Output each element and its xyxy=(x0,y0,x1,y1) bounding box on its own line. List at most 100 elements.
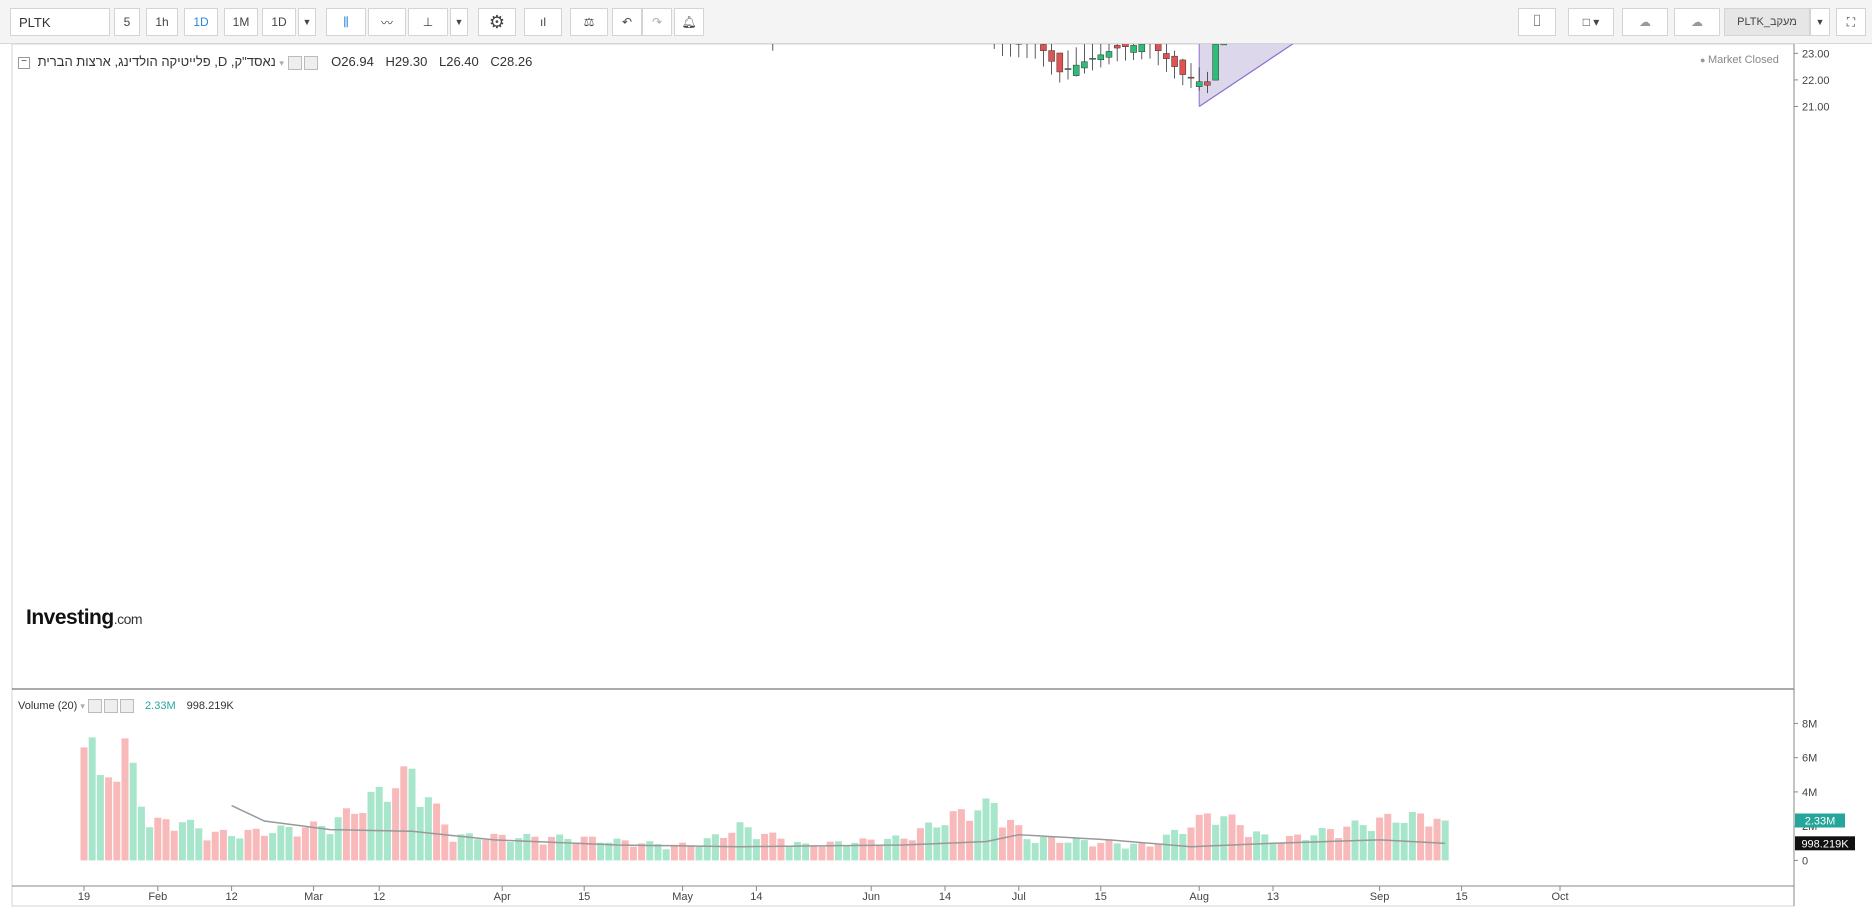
volume-bar-up xyxy=(785,845,793,861)
eye-icon[interactable] xyxy=(87,699,102,713)
volume-bar-down xyxy=(572,842,580,861)
x-tick-label: Aug xyxy=(1189,891,1209,903)
settings-icon[interactable] xyxy=(303,55,318,70)
volume-bar-down xyxy=(588,836,596,861)
volume-bar-up xyxy=(1080,840,1088,861)
volume-value: 2.33M xyxy=(145,699,176,712)
chart-canvas[interactable]: P 21.0022.0023.0024.0025.0026.0027.0028.… xyxy=(0,44,1872,914)
volume-bar-down xyxy=(629,846,637,861)
volume-bar-up xyxy=(662,849,670,861)
indicators-icon[interactable]: ıl xyxy=(524,8,562,36)
x-tick-label: 15 xyxy=(578,891,590,903)
candle-down xyxy=(1154,44,1162,51)
x-tick-label: Sep xyxy=(1370,891,1390,903)
low-value: L26.40 xyxy=(438,54,479,69)
undo-icon[interactable]: ↶ xyxy=(612,8,642,36)
volume-bar-up xyxy=(334,817,342,861)
settings-icon[interactable] xyxy=(103,699,118,713)
close-icon[interactable] xyxy=(119,699,134,713)
volume-bar-down xyxy=(359,813,367,861)
fullscreen-icon[interactable]: ⛶ xyxy=(1836,8,1866,36)
volume-bar-up xyxy=(1031,842,1039,861)
volume-value-label: 2.33M xyxy=(1805,816,1836,828)
x-tick-label: May xyxy=(672,891,693,903)
logo-brand: Investing xyxy=(26,606,114,629)
instrument-title: פלייטיקה הולדינג, ארצות הברית ,D ,נאסד"ק xyxy=(37,54,276,69)
chevron-down-icon[interactable]: ▼ xyxy=(1810,8,1830,36)
interval-5-button[interactable]: 5 xyxy=(114,8,140,36)
volume-bar-down xyxy=(121,738,129,861)
camera-icon[interactable]: ⌷ xyxy=(1518,8,1556,36)
volume-bar-up xyxy=(326,834,334,861)
x-tick-label: 19 xyxy=(78,891,90,903)
x-tick-label: Mar xyxy=(304,891,323,903)
candles-style-icon[interactable]: ⫼ xyxy=(326,8,366,36)
price-legend: − פלייטיקה הולדינג, ארצות הברית ,D ,נאסד… xyxy=(18,54,532,70)
volume-bar-up xyxy=(285,826,293,861)
volume-bar-up xyxy=(228,836,236,861)
alert-bell-icon[interactable]: 🔔︎ xyxy=(674,8,704,36)
volume-bar-down xyxy=(777,838,785,861)
chevron-down-icon[interactable]: ▼ xyxy=(298,8,316,36)
candle-down xyxy=(1040,44,1047,51)
volume-bar-up xyxy=(1212,824,1220,861)
volume-bar-up xyxy=(1441,820,1449,861)
candle-down xyxy=(1204,81,1211,86)
volume-bar-down xyxy=(1384,813,1392,861)
symbol-search-input[interactable] xyxy=(10,8,110,36)
candle-up xyxy=(1212,44,1219,81)
compare-scale-icon[interactable]: ⚖ xyxy=(570,8,608,36)
volume-bar-up xyxy=(1179,833,1187,861)
layout-icon[interactable]: □ ▾ xyxy=(1568,8,1614,36)
volume-bar-down xyxy=(498,834,506,861)
volume-bar-down xyxy=(113,781,121,861)
y-tick-label: 23.00 xyxy=(1802,48,1830,60)
watchlist-button[interactable]: PLTK_מעקב xyxy=(1724,8,1810,36)
cloud-upload-icon[interactable]: ☁ xyxy=(1674,8,1720,36)
interval-dropdown-button[interactable]: 1D xyxy=(262,8,296,36)
volume-bar-down xyxy=(1228,814,1236,861)
toolbar: 5 1h 1D 1M 1D ▼ ⫼ 〰 ⊥ ▼ ⚙ ıl ⚖ ↶ ↷ 🔔︎ ⌷ … xyxy=(0,0,1872,44)
candle-down xyxy=(1179,59,1187,75)
volume-bar-up xyxy=(892,835,900,861)
volume-bar-up xyxy=(556,834,564,861)
volume-bar-up xyxy=(96,775,104,861)
volume-bar-up xyxy=(1162,834,1170,861)
volume-bar-down xyxy=(998,827,1006,861)
volume-bar-up xyxy=(236,838,244,861)
drawing-tools-icon[interactable]: ⊥ xyxy=(408,8,448,36)
volume-ma-value: 998.219K xyxy=(186,699,234,712)
logo-suffix: .com xyxy=(113,611,143,627)
volume-bar-down xyxy=(1195,814,1203,861)
interval-1d-button[interactable]: 1D xyxy=(184,8,218,36)
chevron-down-icon[interactable]: ▾ xyxy=(80,701,85,711)
volume-bar-up xyxy=(1302,840,1310,861)
volume-bar-down xyxy=(1056,842,1064,861)
chevron-down-icon[interactable]: ▼ xyxy=(450,8,468,36)
volume-bar-up xyxy=(597,842,605,861)
volume-bar-down xyxy=(293,836,301,861)
volume-bar-down xyxy=(531,836,539,861)
collapse-icon[interactable]: − xyxy=(18,56,30,69)
volume-bar-down xyxy=(219,829,227,861)
volume-bar-down xyxy=(260,835,268,861)
volume-bar-down xyxy=(244,829,252,861)
volume-bar-down xyxy=(621,840,629,861)
eye-icon[interactable] xyxy=(287,55,302,70)
volume-bar-down xyxy=(1187,827,1195,861)
cloud-download-icon[interactable]: ☁ xyxy=(1622,8,1668,36)
volume-bar-up xyxy=(269,833,277,861)
volume-bar-up xyxy=(1072,838,1080,861)
volume-bar-down xyxy=(441,824,449,861)
interval-1h-button[interactable]: 1h xyxy=(146,8,178,36)
chevron-down-icon[interactable]: ▾ xyxy=(279,58,284,68)
volume-bar-up xyxy=(703,838,711,861)
volume-bar-down xyxy=(908,840,916,861)
volume-bar-down xyxy=(203,840,211,861)
redo-icon[interactable]: ↷ xyxy=(642,8,672,36)
line-style-icon[interactable]: 〰 xyxy=(368,8,406,36)
settings-gear-icon[interactable]: ⚙ xyxy=(478,8,516,36)
volume-bar-up xyxy=(408,768,416,861)
interval-1m-button[interactable]: 1M xyxy=(224,8,258,36)
volume-bar-up xyxy=(1367,831,1375,861)
